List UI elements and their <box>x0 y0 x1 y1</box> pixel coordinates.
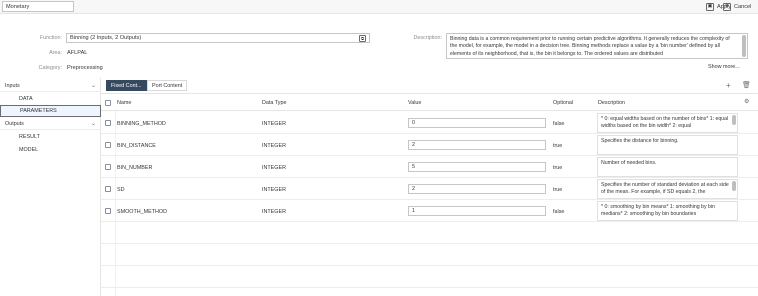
empty-row <box>101 244 758 266</box>
table-row[interactable]: SMOOTH_METHOD INTEGER 1 false * 0: smoot… <box>101 200 758 222</box>
row-checkbox[interactable] <box>105 142 111 148</box>
param-value-input[interactable]: 2 <box>408 184 546 194</box>
select-all-checkbox[interactable] <box>105 100 111 106</box>
value-help-icon[interactable]: ⧉ <box>359 35 366 42</box>
chevron-down-icon: ⌄ <box>90 83 96 89</box>
inputs-label: Inputs <box>5 82 20 89</box>
row-checkbox[interactable] <box>105 208 111 214</box>
table-row[interactable]: BIN_NUMBER INTEGER 5 true Number of need… <box>101 156 758 178</box>
plus-icon[interactable]: + <box>726 81 731 90</box>
column-header-description: Description <box>598 100 625 106</box>
param-value-input[interactable]: 0 <box>408 118 546 128</box>
param-value-input[interactable]: 2 <box>408 140 546 150</box>
param-type: INTEGER <box>262 187 286 193</box>
table-header: Name Data Type Value Optional Descriptio… <box>101 93 758 111</box>
param-type: INTEGER <box>262 165 286 171</box>
table-settings-icon[interactable]: ⚙ <box>744 98 749 105</box>
cancel-icon: ⊗ <box>723 2 731 11</box>
table-row[interactable]: BINNING_METHOD INTEGER 0 false * 0: equa… <box>101 112 758 134</box>
inputs-group[interactable]: Inputs ⌄ <box>0 80 101 92</box>
param-type: INTEGER <box>262 209 286 215</box>
cancel-button[interactable]: ⊗ Cancel <box>723 1 751 12</box>
function-value: Binning (2 Inputs, 2 Outputs) <box>70 35 142 41</box>
param-description[interactable]: * 0: equal widths based on the number of… <box>597 113 738 133</box>
column-header-type: Data Type <box>262 100 287 106</box>
param-description[interactable]: Number of needed bins. <box>597 157 738 177</box>
param-optional: true <box>553 165 563 171</box>
app-root: { "top": { "title_value": "Monetary", "a… <box>0 0 758 296</box>
param-name: SMOOTH_METHOD <box>117 209 168 215</box>
ports-panel: Inputs ⌄ DATA PARAMETERS Outputs ⌄ RESUL… <box>0 78 101 296</box>
output-item-model[interactable]: MODEL <box>0 144 101 156</box>
tab-port-content[interactable]: Port Content <box>147 80 188 91</box>
param-optional: false <box>553 121 565 127</box>
description-scrollbar[interactable] <box>742 35 746 57</box>
input-item-data[interactable]: DATA <box>0 93 101 105</box>
top-bar: Monetary ▣ Apply ⊗ Cancel <box>0 0 758 14</box>
cancel-label: Cancel <box>734 3 752 10</box>
param-name: BIN_DISTANCE <box>117 143 156 149</box>
trash-icon[interactable]: 🗑 <box>742 81 751 89</box>
description-scrollbar[interactable] <box>732 181 736 191</box>
row-checkbox[interactable] <box>105 164 111 170</box>
row-checkbox[interactable] <box>105 186 111 192</box>
category-value: Preprocessing <box>67 65 103 71</box>
function-label: Function: <box>39 35 62 41</box>
param-description[interactable]: * 0: smoothing by bin means* 1: smoothin… <box>597 201 738 221</box>
outputs-label: Outputs <box>5 120 24 127</box>
param-type: INTEGER <box>262 121 286 127</box>
param-description-text: Specifies the distance for binning. <box>601 138 679 144</box>
param-name: BIN_NUMBER <box>117 165 153 171</box>
description-text: Binning data is a common requirement pri… <box>450 36 730 57</box>
input-item-parameters[interactable]: PARAMETERS <box>0 105 101 117</box>
param-description[interactable]: Specifies the distance for binning. <box>597 135 738 155</box>
param-description[interactable]: Specifies the number of standard deviati… <box>597 179 738 199</box>
param-value-input[interactable]: 5 <box>408 162 546 172</box>
description-box[interactable]: Binning data is a common requirement pri… <box>446 33 748 59</box>
output-item-result[interactable]: RESULT <box>0 131 101 143</box>
param-description-text: Number of needed bins. <box>601 160 657 166</box>
show-more-link[interactable]: Show more... <box>708 64 740 70</box>
param-value-input[interactable]: 1 <box>408 206 546 216</box>
tab-fixed-content[interactable]: Fixed Cont... <box>106 80 147 91</box>
category-label: Category: <box>38 65 62 71</box>
param-optional: true <box>553 187 563 193</box>
table-row[interactable]: BIN_DISTANCE INTEGER 2 true Specifies th… <box>101 134 758 156</box>
parameters-table: Name Data Type Value Optional Descriptio… <box>101 93 758 296</box>
param-name: SD <box>117 187 125 193</box>
area-label: Area: <box>49 50 62 56</box>
area-value: AFLPAL <box>67 50 88 56</box>
param-description-text: * 0: equal widths based on the number of… <box>601 116 729 130</box>
outputs-group[interactable]: Outputs ⌄ <box>0 118 101 130</box>
function-field[interactable]: Binning (2 Inputs, 2 Outputs) ⧉ <box>66 33 370 43</box>
description-label: Description: <box>413 35 442 41</box>
description-scrollbar[interactable] <box>732 115 736 125</box>
chevron-down-icon: ⌄ <box>90 121 96 127</box>
column-header-optional: Optional <box>553 100 574 106</box>
table-row[interactable]: SD INTEGER 2 true Specifies the number o… <box>101 178 758 200</box>
param-optional: false <box>553 209 565 215</box>
param-description-text: Specifies the number of standard deviati… <box>601 182 729 196</box>
column-header-value: Value <box>408 100 422 106</box>
save-icon: ▣ <box>706 2 714 11</box>
param-optional: true <box>553 143 563 149</box>
column-header-name: Name <box>117 100 132 106</box>
empty-row <box>101 222 758 244</box>
empty-row <box>101 266 758 288</box>
param-name: BINNING_METHOD <box>117 121 166 127</box>
title-input[interactable]: Monetary <box>2 1 74 12</box>
row-checkbox[interactable] <box>105 120 111 126</box>
param-type: INTEGER <box>262 143 286 149</box>
param-description-text: * 0: smoothing by bin means* 1: smoothin… <box>601 204 715 218</box>
